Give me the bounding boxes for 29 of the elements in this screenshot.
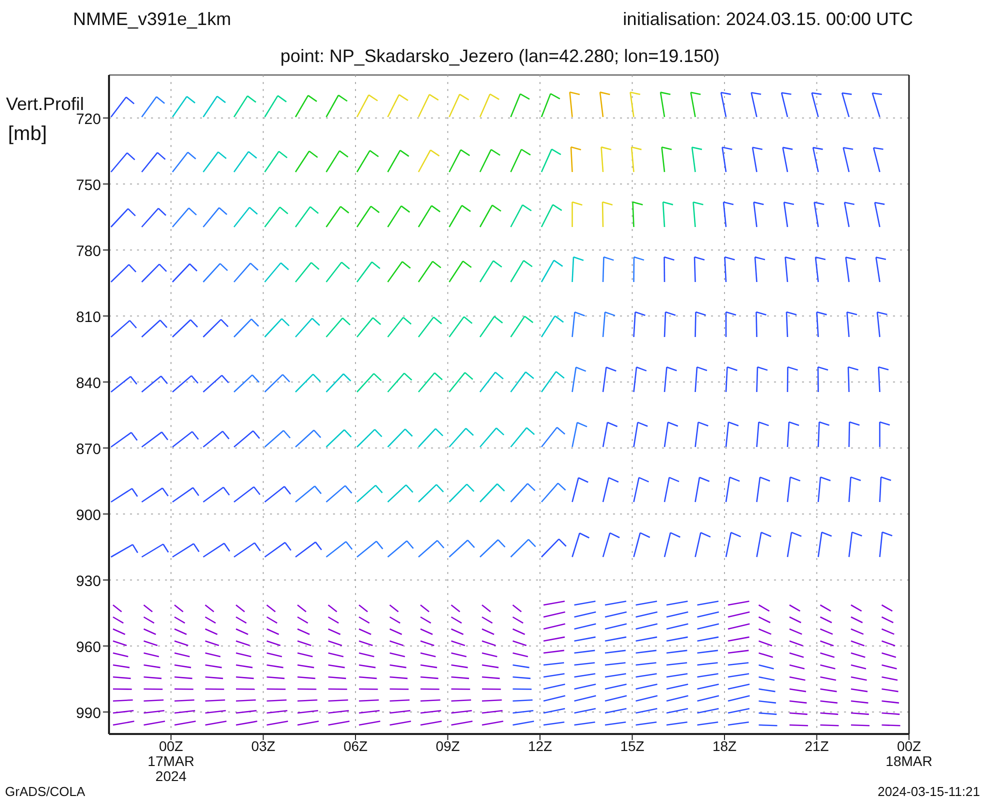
credit-label: GrADS/COLA: [5, 784, 86, 799]
x-tick-label: 12Z: [528, 738, 552, 754]
y-axis-unit: [mb]: [8, 123, 47, 145]
y-tick-label: 840: [76, 375, 101, 392]
y-tick-label: 990: [76, 705, 101, 722]
y-tick-label: 930: [76, 573, 101, 590]
x-tick-label: 09Z: [436, 738, 460, 754]
model-name: NMME_v391e_1km: [73, 9, 232, 29]
y-tick-label: 870: [76, 441, 101, 458]
y-tick-label: 900: [76, 507, 101, 524]
x-tick-sublabel: 18MAR: [886, 753, 932, 769]
x-tick-label: 00Z: [158, 738, 184, 754]
y-tick-label: 750: [76, 177, 101, 194]
timestamp-label: 2024-03-15-11:21: [878, 784, 980, 799]
y-tick-label: 720: [76, 111, 101, 128]
x-tick-label: 18Z: [712, 738, 737, 754]
x-tick-label: 21Z: [804, 738, 829, 754]
point-title: point: NP_Skadarsko_Jezero (lan=42.280; lon=19.150): [280, 46, 720, 66]
initialisation-time: initialisation: 2024.03.15. 00:00 UTC: [622, 9, 913, 29]
x-tick-label: 06Z: [343, 738, 368, 754]
x-tick-sublabel: 17MAR: [148, 753, 194, 769]
y-tick-label: 810: [76, 309, 101, 326]
x-tick-label: 03Z: [251, 738, 276, 754]
y-tick-label: 780: [76, 243, 101, 260]
x-tick-label: 15Z: [620, 738, 644, 754]
x-tick-sublabel: 2024: [155, 768, 187, 784]
x-tick-label: 00Z: [896, 738, 922, 754]
y-tick-label: 960: [76, 639, 101, 656]
y-axis-title: Vert.Profil: [6, 94, 84, 114]
